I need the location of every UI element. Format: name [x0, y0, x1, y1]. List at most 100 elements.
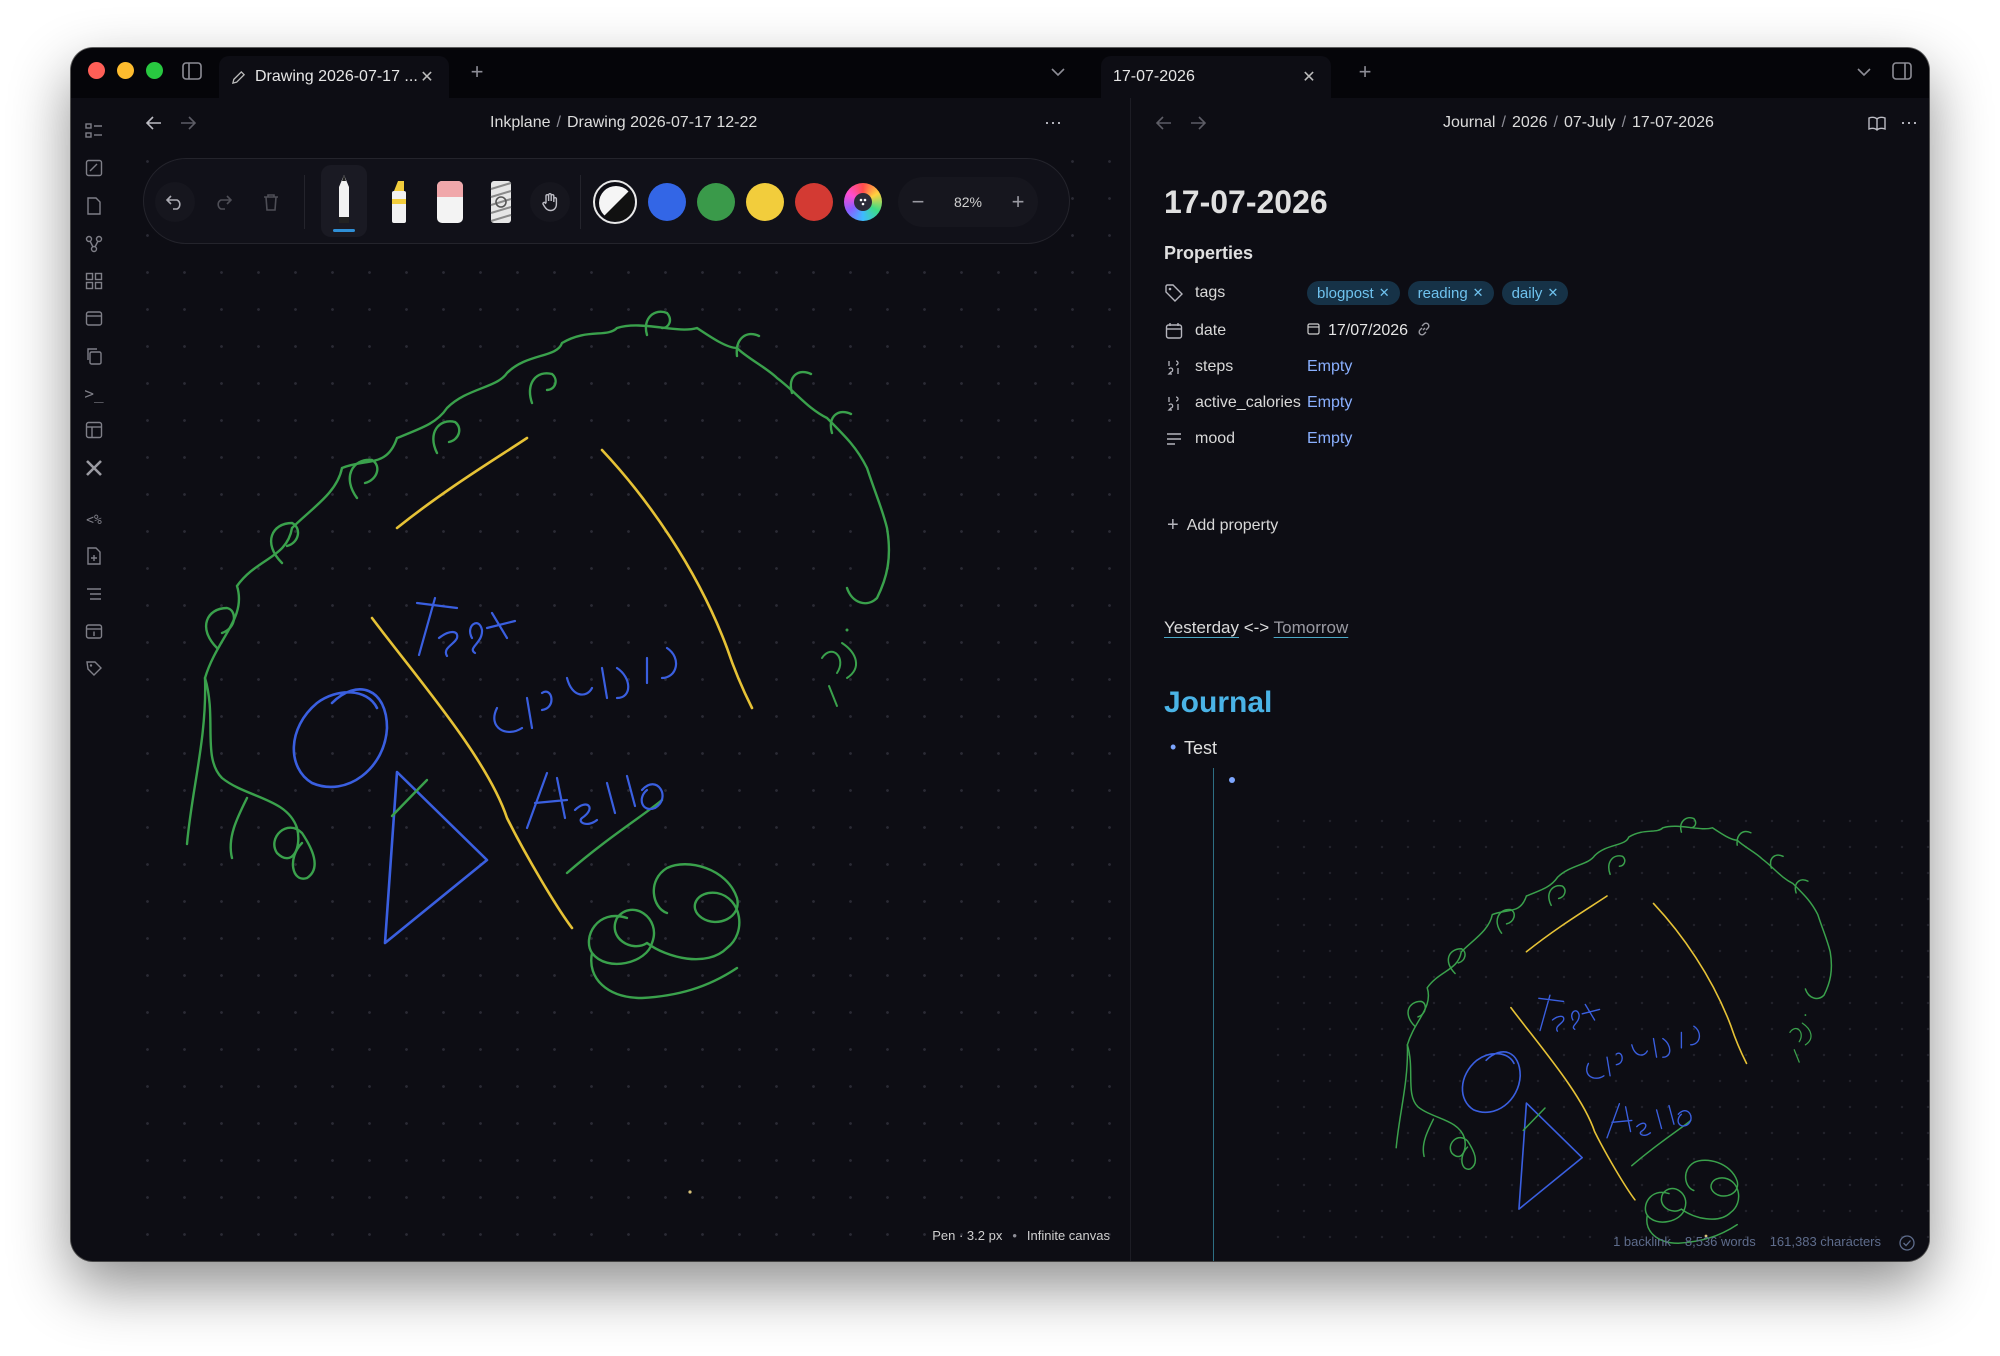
- drawing-pane[interactable]: Inkplane / Drawing 2026-07-17 12-22 ⋯ − …: [117, 98, 1130, 1261]
- chevron-down-icon[interactable]: [1047, 61, 1069, 83]
- property-tags[interactable]: tags: [1164, 278, 1225, 308]
- property-active-calories[interactable]: active_calories: [1164, 388, 1301, 418]
- layout-icon[interactable]: [84, 420, 104, 440]
- tomorrow-link[interactable]: Tomorrow: [1274, 618, 1349, 637]
- pen-tab-icon: [231, 70, 249, 85]
- add-property-label: Add property: [1186, 516, 1279, 534]
- file-icon[interactable]: [84, 196, 104, 216]
- tab-title: Drawing 2026-07-17 ...: [255, 68, 417, 85]
- word-count: 8,536 words: [1684, 1234, 1756, 1249]
- new-note-icon[interactable]: [84, 546, 104, 566]
- calendar-icon: [1164, 321, 1184, 341]
- minimize-window-button[interactable]: [117, 62, 134, 79]
- embedded-drawing-canvas: [1395, 816, 1833, 1245]
- breadcrumb-item[interactable]: 2026: [1512, 114, 1548, 132]
- daily-note-icon[interactable]: [84, 621, 104, 641]
- tags-value: blogpost ✕ reading ✕ daily ✕: [1307, 278, 1576, 308]
- property-key: tags: [1195, 284, 1226, 301]
- journal-heading[interactable]: Journal: [1164, 686, 1272, 720]
- right-sidebar-toggle-icon[interactable]: [1891, 60, 1913, 82]
- mood-value[interactable]: Empty: [1307, 424, 1352, 454]
- left-ribbon: >_ <%: [71, 98, 117, 1261]
- tag-label: blogpost: [1317, 284, 1374, 302]
- property-key: date: [1195, 322, 1227, 339]
- nav-separator: <->: [1238, 618, 1274, 637]
- small-calendar-icon: [1307, 322, 1320, 340]
- terminal-icon[interactable]: >_: [84, 383, 104, 403]
- back-arrow-icon[interactable]: [1153, 112, 1175, 134]
- link-icon[interactable]: [1416, 321, 1432, 342]
- close-tab-icon[interactable]: ✕: [1299, 67, 1319, 87]
- drawing-canvas[interactable]: [117, 98, 1130, 1261]
- sidebar-toggle-icon[interactable]: [181, 60, 203, 82]
- tag-label: reading: [1417, 284, 1468, 302]
- property-date[interactable]: date: [1164, 316, 1226, 346]
- reading-view-icon[interactable]: [1866, 112, 1888, 134]
- tab-drawing[interactable]: Drawing 2026-07-17 ... ✕: [219, 56, 449, 98]
- tag-pill[interactable]: reading ✕: [1407, 281, 1494, 305]
- embedded-drawing[interactable]: [1265, 808, 1929, 1261]
- breadcrumb-item[interactable]: 17-07-2026: [1632, 114, 1714, 132]
- tab-journal[interactable]: 17-07-2026 ✕: [1101, 56, 1331, 98]
- draw-icon[interactable]: [84, 658, 104, 678]
- maximize-window-button[interactable]: [146, 62, 163, 79]
- date-value[interactable]: 17/07/2026: [1307, 316, 1432, 346]
- text-lines-icon: [1164, 429, 1184, 449]
- backlinks-count[interactable]: 1 backlink: [1613, 1234, 1671, 1249]
- list-item[interactable]: Test: [1170, 737, 1217, 759]
- remove-tag-icon[interactable]: ✕: [1547, 285, 1558, 301]
- number-icon: [1164, 393, 1184, 413]
- property-key: steps: [1195, 358, 1234, 375]
- copy-icon[interactable]: [84, 346, 104, 366]
- graph-icon[interactable]: [84, 234, 104, 254]
- dashboard-icon[interactable]: [84, 271, 104, 291]
- day-navigation: Yesterday <-> Tomorrow: [1164, 618, 1348, 638]
- plus-icon: +: [1167, 514, 1179, 536]
- property-key: mood: [1195, 430, 1236, 447]
- tag-icon: [1164, 283, 1184, 303]
- chevron-down-icon[interactable]: [1853, 61, 1875, 83]
- new-tab-icon[interactable]: +: [1353, 59, 1377, 84]
- calendar-icon[interactable]: [84, 308, 104, 328]
- tool-status: Pen · 3.2 px: [932, 1228, 1003, 1243]
- property-key: active_calories: [1195, 394, 1301, 411]
- breadcrumb: Journal / 2026 / 07-July / 17-07-2026: [1443, 114, 1714, 132]
- tab-bar: Drawing 2026-07-17 ... ✕ + 17-07-2026 ✕ …: [71, 48, 1929, 98]
- indent-guide: [1213, 768, 1214, 1261]
- tools-icon[interactable]: [84, 458, 104, 478]
- note-title[interactable]: 17-07-2026: [1164, 184, 1328, 221]
- breadcrumb-item[interactable]: Journal: [1443, 114, 1495, 132]
- tab-title: 17-07-2026: [1113, 68, 1195, 85]
- property-steps[interactable]: steps: [1164, 352, 1233, 382]
- new-tab-icon[interactable]: +: [465, 59, 489, 84]
- canvas-icon[interactable]: [84, 158, 104, 178]
- close-tab-icon[interactable]: ✕: [417, 67, 437, 87]
- more-options-icon[interactable]: ⋯: [1897, 112, 1921, 134]
- template-icon[interactable]: <%: [84, 510, 104, 530]
- view-header: Journal / 2026 / 07-July / 17-07-2026 ⋯: [1131, 98, 1929, 148]
- property-mood[interactable]: mood: [1164, 424, 1235, 454]
- quick-switcher-icon[interactable]: [84, 121, 104, 141]
- note-pane: Journal / 2026 / 07-July / 17-07-2026 ⋯ …: [1131, 98, 1929, 1261]
- tag-pill[interactable]: daily ✕: [1501, 281, 1569, 305]
- sync-check-icon[interactable]: [1899, 1235, 1915, 1251]
- tag-pill[interactable]: blogpost ✕: [1307, 281, 1400, 305]
- remove-tag-icon[interactable]: ✕: [1379, 285, 1390, 301]
- active-calories-value[interactable]: Empty: [1307, 388, 1352, 418]
- list-icon[interactable]: [84, 584, 104, 604]
- remove-tag-icon[interactable]: ✕: [1473, 285, 1484, 301]
- empty-bullet[interactable]: [1229, 777, 1235, 783]
- forward-arrow-icon[interactable]: [1187, 112, 1209, 134]
- properties-heading[interactable]: Properties: [1164, 243, 1253, 264]
- add-property-button[interactable]: + Add property: [1167, 514, 1278, 537]
- status-bar: 1 backlink 8,536 words 161,383 character…: [1613, 1234, 1881, 1249]
- app-window: Drawing 2026-07-17 ... ✕ + 17-07-2026 ✕ …: [71, 48, 1929, 1261]
- number-icon: [1164, 357, 1184, 377]
- status-bar: Pen · 3.2 px • Infinite canvas: [932, 1228, 1110, 1243]
- steps-value[interactable]: Empty: [1307, 352, 1352, 382]
- yesterday-link[interactable]: Yesterday: [1164, 618, 1239, 637]
- char-count: 161,383 characters: [1769, 1234, 1881, 1249]
- close-window-button[interactable]: [88, 62, 105, 79]
- breadcrumb-item[interactable]: 07-July: [1564, 114, 1616, 132]
- date-text: 17/07/2026: [1328, 322, 1409, 339]
